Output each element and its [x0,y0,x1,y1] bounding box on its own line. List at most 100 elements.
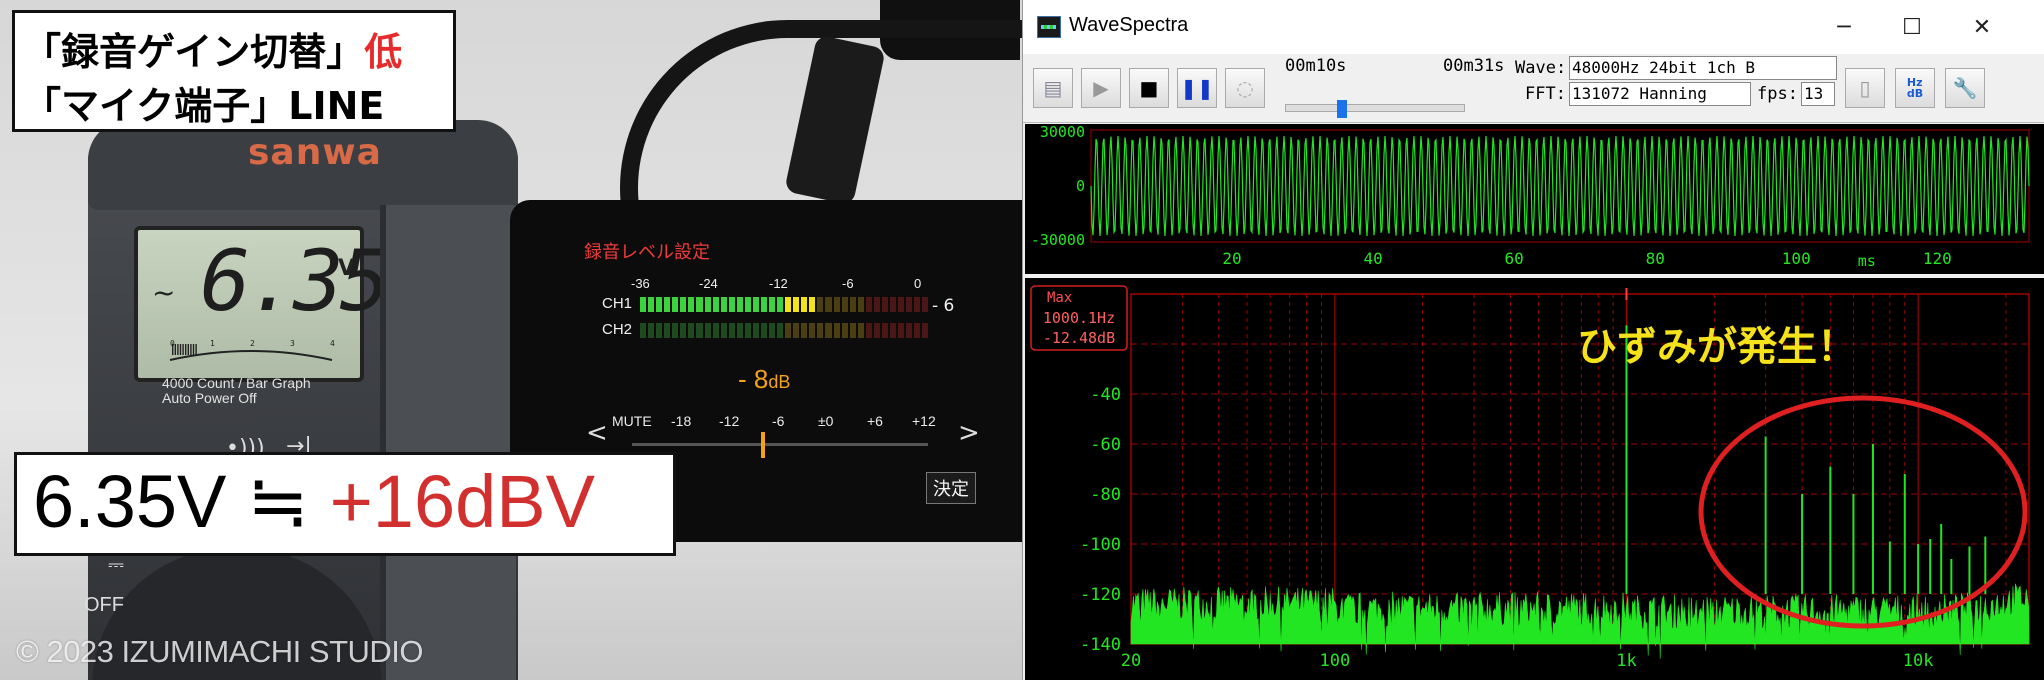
wave-x-tick: 40 [1363,249,1382,268]
level-segment [833,323,840,338]
level-segment [769,297,776,312]
lcd-scale-label: 3 [290,339,295,348]
noise-floor [1130,583,2030,659]
record-icon[interactable]: ◌ [1225,68,1265,108]
stop-icon[interactable]: ■ [1129,68,1169,108]
title-bar: WaveSpectra ─ ☐ ✕ [1023,0,2044,54]
close-button[interactable]: ✕ [1959,8,2005,46]
level-segment [696,297,703,312]
meter-scale-label: -6 [842,276,854,291]
settings-note: 「録音ゲイン切替」低 「マイク端子」LINE [12,10,456,132]
wave-x-tick: 20 [1222,249,1241,268]
spec-x-tick: 100 [1319,651,1350,671]
distortion-ellipse [1698,395,2028,629]
lcd-bar-segment [182,344,184,355]
level-segment [688,323,695,338]
level-segment [777,297,784,312]
wave-x-tick: 100 [1782,249,1811,268]
level-segment [825,297,832,312]
spec-x-tick: 10k [1903,651,1934,671]
level-segment [720,323,727,338]
ch2-level-meter [640,323,929,338]
level-segment [793,297,800,312]
lcd-scale-label: 2 [250,339,255,348]
wave-y-tick: 0 [1076,177,1085,195]
level-segment [712,297,719,312]
spec-x-tick: 1k [1616,651,1636,671]
gain-scale-label: +6 [867,413,883,429]
gain-left-arrow[interactable]: < [586,418,608,448]
spec-y-tick: -120 [1080,585,1121,605]
level-segment [881,297,888,312]
level-segment [640,297,647,312]
fft-label: FFT: [1525,84,1566,104]
gain-scale-label: -18 [671,413,692,429]
gain-slider-track[interactable] [632,443,928,446]
device-icon[interactable]: ▯ [1845,68,1885,108]
gain-scale-label: ±0 [818,413,834,429]
dbv-value: +16dBV [329,460,595,543]
settings-wrench-icon[interactable]: 🔧 [1945,68,1985,108]
ac-mode-icon: ~ [152,276,176,309]
length-time: 00m31s [1443,56,1505,76]
level-segment [736,323,743,338]
peak-info-label: Max [1047,290,1072,306]
gain-switch-value: 低 [364,30,403,74]
gain-switch-label: 「録音ゲイン切替」 [23,30,365,74]
level-segment [793,323,800,338]
meter-scale-label: 0 [914,276,922,291]
spec-y-tick: -60 [1090,435,1121,455]
gain-unit: dB [768,372,791,392]
level-segment [769,323,776,338]
spec-y-tick: -80 [1090,485,1121,505]
confirm-button[interactable]: 決定 [926,472,976,504]
playback-slider-thumb[interactable] [1336,100,1347,118]
level-segment [825,323,832,338]
level-segment [881,323,888,338]
level-segment [777,323,784,338]
play-icon[interactable]: ▶ [1081,68,1121,108]
pause-icon[interactable]: ❚❚ [1177,68,1217,108]
lcd-bar-segment [177,344,179,355]
playback-slider-track[interactable] [1285,104,1465,112]
peak-info-freq: 1000.1Hz [1043,309,1115,327]
level-segment [696,323,703,338]
level-segment [648,323,655,338]
gain-readout: - 8dB [738,364,790,395]
level-segment [728,323,735,338]
level-segment [906,297,913,312]
level-segment [865,297,872,312]
wave-format-field: 48000Hz 24bit 1ch B [1569,56,1837,80]
spec-y-tick: -40 [1090,385,1121,405]
wave-x-tick: 120 [1923,249,1952,268]
lcd-bar-segment [187,344,189,355]
lcd-bar-segment [195,344,197,355]
maximize-button[interactable]: ☐ [1889,8,1935,46]
meter-lcd: ~ 6.35 V 0 1 2 3 4 [134,226,390,382]
level-segment [656,297,663,312]
gain-scale-label: MUTE [612,413,652,429]
distortion-label: ひずみが発生！ [1577,324,1857,370]
level-segment [744,323,751,338]
gain-right-arrow[interactable]: > [958,418,980,448]
level-segment [672,297,679,312]
spec-y-tick: -100 [1080,535,1121,555]
level-segment [922,297,929,312]
lcd-bar-segment [179,344,182,355]
level-segment [873,297,880,312]
level-segment [865,323,872,338]
spectrum-panel: 0dB-20-40-60-80-100-120-140201001k10kMax… [1025,278,2044,680]
gain-scale-label: -6 [772,413,785,429]
level-segment [752,297,759,312]
level-segment [809,323,816,338]
hz-db-setting-icon[interactable]: Hz dB [1895,68,1935,108]
level-segment [889,323,896,338]
open-file-icon[interactable]: ▤ [1033,68,1073,108]
gain-slider-thumb[interactable] [761,432,765,458]
fps-label: fps: [1757,84,1798,104]
copyright-watermark: © 2023 IZUMIMACHI STUDIO [16,634,424,669]
minimize-button[interactable]: ─ [1821,8,1867,46]
level-segment [648,297,655,312]
spectrum-plot: 0dB-20-40-60-80-100-120-140201001k10kMax… [1030,285,2030,671]
level-segment [841,297,848,312]
